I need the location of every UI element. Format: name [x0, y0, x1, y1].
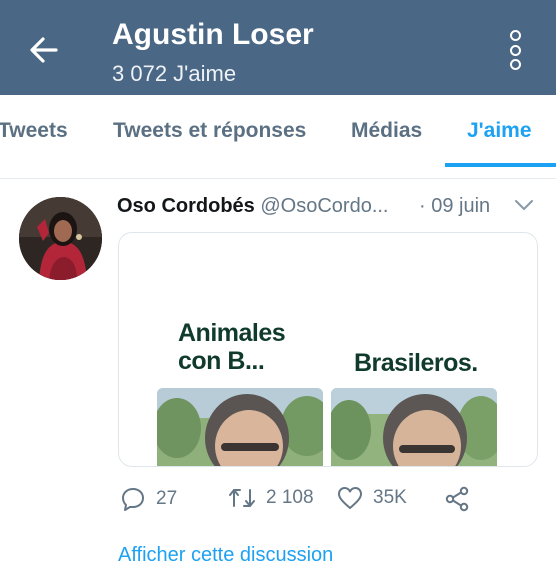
reply-button[interactable]: 27: [120, 486, 177, 512]
meme-caption-right: Brasileros.: [354, 349, 478, 377]
tab-tweets-replies[interactable]: Tweets et réponses: [113, 119, 306, 143]
tweet-header: Oso Cordobés @OsoCordo... · 09 juin: [117, 195, 547, 223]
share-icon: [445, 486, 469, 512]
heart-icon: [338, 487, 362, 509]
back-button[interactable]: [22, 28, 66, 72]
tweet-date[interactable]: · 09 juin: [419, 195, 490, 218]
reply-icon: [122, 488, 144, 511]
active-tab-indicator: [445, 163, 556, 167]
avatar-image: [19, 197, 102, 280]
retweet-count: 2 108: [266, 487, 314, 508]
tab-tweets[interactable]: Tweets: [0, 119, 68, 143]
chevron-down-icon[interactable]: [514, 197, 534, 213]
retweet-icon: [229, 489, 255, 507]
more-options-button[interactable]: [500, 30, 530, 70]
author-name[interactable]: Oso Cordobés: [117, 195, 255, 217]
avatar[interactable]: [19, 197, 102, 280]
divider: [0, 168, 556, 179]
tweet-actions: 27 2 108 35K: [0, 480, 556, 520]
more-vertical-icon: [509, 30, 521, 41]
author-handle[interactable]: @OsoCordo...: [260, 195, 388, 217]
like-button[interactable]: 35K: [337, 486, 407, 510]
app-header: Agustin Loser 3 072 J'aime: [0, 0, 556, 95]
like-count: 35K: [373, 487, 407, 508]
meme-photo-right: [331, 388, 497, 466]
meme-caption-left: Animales con B...: [178, 319, 286, 375]
tab-media[interactable]: Médias: [351, 119, 422, 143]
tab-likes[interactable]: J'aime: [467, 119, 532, 143]
tweet-media[interactable]: Animales con B... Brasileros.: [118, 232, 538, 467]
profile-name-title: Agustin Loser: [112, 18, 314, 51]
share-button[interactable]: [444, 486, 470, 512]
meme-photo-left: [157, 388, 323, 466]
reply-count: 27: [156, 488, 178, 509]
likes-count-subtitle: 3 072 J'aime: [112, 61, 237, 86]
retweet-button[interactable]: 2 108: [228, 486, 314, 510]
profile-tabs: Tweets Tweets et réponses Médias J'aime: [0, 95, 556, 169]
arrow-left-icon: [30, 37, 58, 63]
